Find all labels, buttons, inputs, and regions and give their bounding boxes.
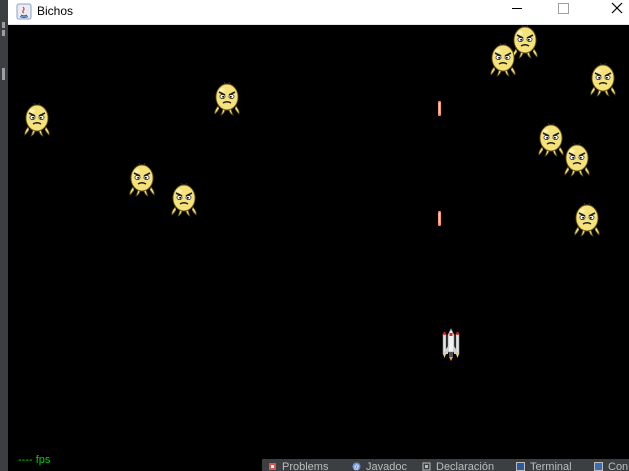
- maximize-button[interactable]: [540, 0, 586, 18]
- maximize-icon: [558, 3, 569, 14]
- player-shot: [438, 101, 441, 116]
- console-icon: [594, 462, 603, 471]
- monster-sprite: [589, 63, 617, 97]
- close-button[interactable]: [584, 0, 629, 18]
- tab-label: Problems: [282, 461, 329, 471]
- tab-label: Declaración: [436, 461, 495, 471]
- monster-sprite: [171, 183, 197, 217]
- tab-declaracion[interactable]: Declaración: [422, 461, 494, 471]
- close-icon: [611, 2, 623, 14]
- player-spaceship: [442, 328, 460, 361]
- title-bar[interactable]: Bichos: [8, 0, 629, 25]
- tab-terminal[interactable]: Terminal: [516, 461, 572, 471]
- problems-icon: [269, 463, 276, 470]
- monster-sprite: [573, 203, 601, 237]
- tab-problems[interactable]: Problems: [268, 461, 328, 471]
- tab-console[interactable]: Con: [594, 461, 628, 471]
- monster-sprite: [23, 103, 51, 137]
- tab-label: Con: [608, 461, 629, 471]
- tab-label: Terminal: [530, 461, 572, 471]
- ide-bottom-tabs: Problems @ Javadoc Declaración Terminal C…: [262, 459, 629, 471]
- javadoc-icon: @: [352, 462, 361, 471]
- ide-left-gutter: [0, 0, 8, 471]
- monster-sprite: [563, 143, 591, 177]
- game-canvas[interactable]: ---- fps: [8, 25, 629, 471]
- tab-label: Javadoc: [366, 461, 407, 471]
- minimize-icon: [512, 8, 522, 9]
- monster-sprite: [214, 82, 240, 116]
- terminal-icon: [516, 462, 525, 471]
- window-title: Bichos: [37, 4, 74, 18]
- monster-sprite: [129, 163, 155, 197]
- svg-text:@: @: [353, 465, 359, 471]
- player-shot: [438, 211, 441, 226]
- java-icon: [16, 3, 32, 20]
- fps-counter: ---- fps: [18, 454, 51, 466]
- minimize-button[interactable]: [494, 0, 540, 18]
- game-window: Bichos ---- fps: [8, 0, 629, 471]
- tab-javadoc[interactable]: @ Javadoc: [352, 461, 407, 471]
- monster-sprite: [489, 43, 517, 77]
- declaration-icon: [422, 462, 431, 471]
